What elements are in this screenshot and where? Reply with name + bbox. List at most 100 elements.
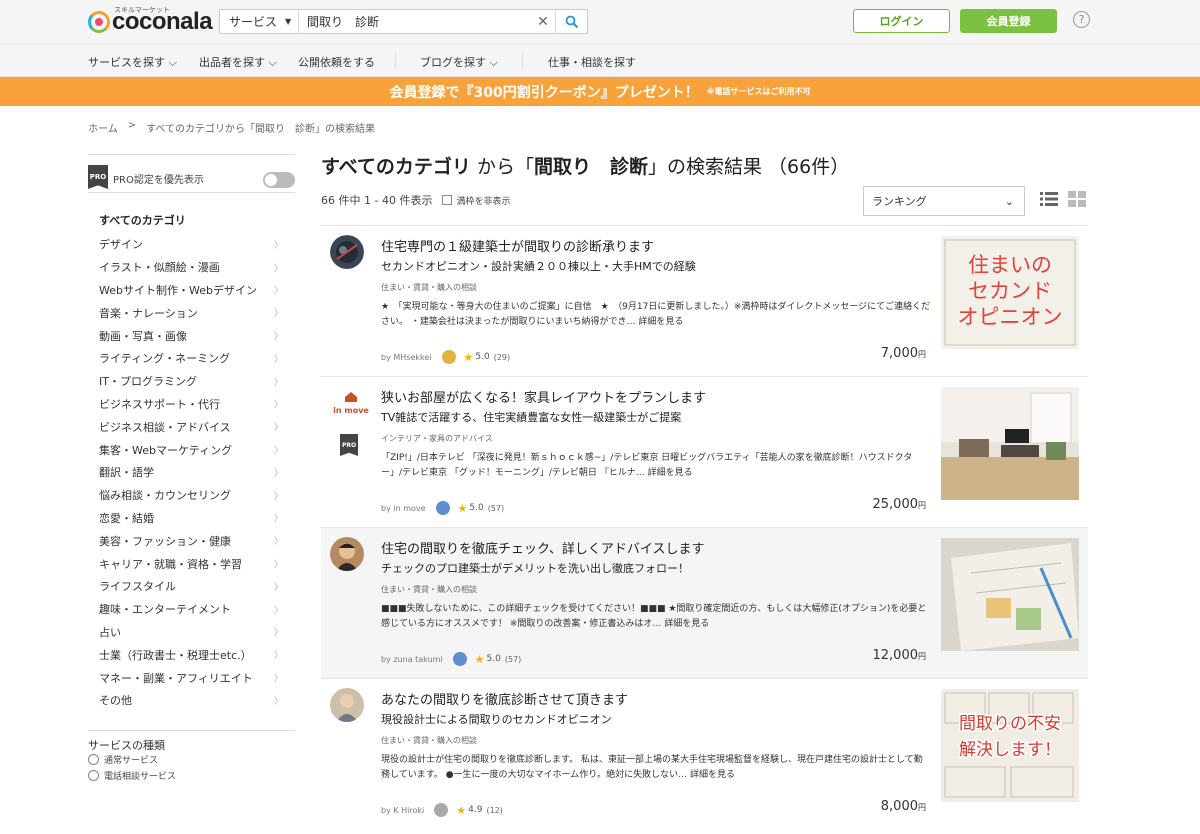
title-suffix: 」の検索結果 （66件） (647, 156, 850, 178)
seller-avatar[interactable]: in move (329, 391, 373, 416)
category-item[interactable]: 占い 〉 (88, 621, 295, 644)
category-item[interactable]: マネー・副業・アフィリエイト 〉 (88, 666, 295, 689)
service-title[interactable]: 狭いお部屋が広くなる！家具レイアウトをプランします (381, 387, 706, 406)
category-item[interactable]: 趣味・エンターテイメント 〉 (88, 598, 295, 621)
category-item[interactable]: 集客・Webマーケティング 〉 (88, 438, 295, 461)
title-from: から「 (470, 156, 534, 178)
rating-value: 5.0 (475, 352, 490, 362)
avatar-image (330, 537, 364, 571)
title-category: すべてのカテゴリ (321, 156, 471, 178)
nav-divider (522, 52, 523, 69)
category-item[interactable]: IT・プログラミング 〉 (88, 370, 295, 393)
chevron-right-icon: 〉 (273, 332, 283, 343)
chevron-right-icon: 〉 (273, 696, 283, 707)
category-item[interactable]: 士業（行政書士・税理士etc.） 〉 (88, 643, 295, 666)
service-title[interactable]: あなたの間取りを徹底診断させて頂きます (381, 689, 628, 708)
chevron-right-icon: 〉 (273, 263, 283, 274)
category-item[interactable]: 美容・ファッション・健康 〉 (88, 529, 295, 552)
nav-find-services[interactable]: サービスを探す ⌵ (88, 54, 177, 70)
service-thumbnail[interactable] (941, 538, 1079, 651)
help-icon[interactable]: ? (1073, 11, 1090, 28)
seller-name[interactable]: by zuna takumi (381, 655, 443, 664)
category-item[interactable]: デザイン 〉 (88, 233, 295, 256)
star-icon: ★ (456, 803, 467, 817)
seller-avatar[interactable] (330, 688, 364, 722)
category-label: 集客・Webマーケティング (99, 443, 233, 457)
service-type-phone[interactable]: 電話相談サービス (88, 769, 176, 782)
service-thumbnail[interactable]: 間取りの不安 解決します！ (941, 689, 1079, 802)
seller-name[interactable]: by K Hiroki (381, 806, 424, 815)
category-label: Webサイト制作・Webデザイン (99, 283, 257, 297)
category-item[interactable]: 動画・写真・画像 〉 (88, 324, 295, 347)
category-item[interactable]: 音楽・ナレーション 〉 (88, 301, 295, 324)
service-title[interactable]: 住宅の間取りを徹底チェック、詳しくアドバイスします (381, 538, 704, 557)
category-item[interactable]: その他 〉 (88, 689, 295, 712)
details-link[interactable]: 詳細を見る (690, 770, 735, 780)
sort-select[interactable]: ランキング ⌄ (863, 186, 1025, 216)
service-thumbnail[interactable]: 住まいの セカンド オピニオン (941, 236, 1079, 349)
register-button[interactable]: 会員登録 (960, 9, 1057, 33)
chevron-right-icon: 〉 (273, 240, 283, 251)
service-category[interactable]: インテリア・家具のアドバイス (381, 433, 493, 444)
seller-info: by zuna takumi ★ 5.0 (57) (381, 652, 521, 666)
search-button[interactable] (555, 10, 587, 33)
service-category[interactable]: 住まい・賃貸・購入の相談 (381, 735, 477, 746)
service-card[interactable]: 住宅専門の１級建築士が間取りの診断承ります セカンドオピニオン・設計実績２００棟… (321, 225, 1088, 376)
service-subtitle: TV雑誌で活躍する、住宅実績豊富な女性一級建築士がご提案 (381, 411, 682, 424)
category-item[interactable]: 翻訳・語学 〉 (88, 461, 295, 484)
seller-avatar[interactable] (330, 235, 364, 269)
pro-priority-toggle[interactable] (263, 172, 295, 188)
hide-full-checkbox[interactable] (442, 195, 453, 205)
service-type-label: 電話相談サービス (104, 772, 177, 782)
service-card[interactable]: あなたの間取りを徹底診断させて頂きます 現役設計士による間取りのセカンドオピニオ… (321, 678, 1088, 829)
details-link[interactable]: 詳細を見る (638, 317, 683, 327)
nav-find-sellers[interactable]: 出品者を探す ⌵ (199, 54, 277, 70)
category-item[interactable]: ライフスタイル 〉 (88, 575, 295, 598)
details-link[interactable]: 詳細を見る (648, 468, 693, 478)
category-item[interactable]: イラスト・似顔絵・漫画 〉 (88, 256, 295, 279)
chevron-right-icon: 〉 (273, 628, 283, 639)
category-list: デザイン〉イラスト・似顔絵・漫画〉 Webサイト制作・Webデザイン〉音楽・ナレー… (88, 233, 295, 712)
result-count: 66 件中 1 - 40 件表示 (321, 194, 433, 207)
search-category-select[interactable]: サービス ▼ (220, 10, 299, 33)
seller-name[interactable]: by MHsekkei (381, 353, 432, 362)
list-view-icon[interactable] (1040, 191, 1058, 207)
service-card[interactable]: in move PRO 狭いお部屋が広くなる！家具レイアウトをプランします TV… (321, 376, 1088, 527)
category-item[interactable]: キャリア・就職・資格・学習 〉 (88, 552, 295, 575)
category-item[interactable]: Webサイト制作・Webデザイン 〉 (88, 279, 295, 302)
nav-find-jobs[interactable]: 仕事・相談を探す (548, 54, 636, 70)
category-item[interactable]: ビジネス相談・アドバイス 〉 (88, 415, 295, 438)
chevron-right-icon: 〉 (273, 400, 283, 411)
category-item[interactable]: ビジネスサポート・代行 〉 (88, 393, 295, 416)
thumbnail-image (941, 387, 1079, 500)
top-bar: coconala スキルマーケット サービス ▼ ✕ ログイン 会員登録 ? (0, 0, 1200, 44)
nav-find-blogs[interactable]: ブログを探す ⌵ (420, 54, 498, 70)
service-thumbnail[interactable] (941, 387, 1079, 500)
grid-view-icon[interactable] (1068, 191, 1086, 207)
service-card[interactable]: 住宅の間取りを徹底チェック、詳しくアドバイスします チェックのプロ建築士がデメリ… (321, 527, 1088, 678)
chevron-right-icon: 〉 (273, 423, 283, 434)
rating-value: 5.0 (469, 503, 484, 513)
category-all[interactable]: すべてのカテゴリ (99, 212, 186, 228)
login-button[interactable]: ログイン (853, 9, 950, 33)
clear-search-icon[interactable]: ✕ (531, 10, 555, 33)
promo-banner[interactable]: 会員登録で『300円割引クーポン』プレゼント！ ※電話サービスはご利用不可 (0, 77, 1200, 106)
seller-info: by in move ★ 5.0 (57) (381, 501, 504, 515)
service-type-normal[interactable]: 通常サービス (88, 753, 158, 766)
result-meta: 66 件中 1 - 40 件表示 満枠を非表示 (321, 192, 510, 208)
nav-post-request[interactable]: 公開依頼をする (298, 54, 375, 70)
seller-name[interactable]: by in move (381, 504, 426, 513)
category-item[interactable]: ライティング・ネーミング 〉 (88, 347, 295, 370)
service-category[interactable]: 住まい・賃貸・購入の相談 (381, 282, 477, 293)
details-link[interactable]: 詳細を見る (664, 619, 709, 629)
service-subtitle: 現役設計士による間取りのセカンドオピニオン (381, 713, 612, 726)
service-title[interactable]: 住宅専門の１級建築士が間取りの診断承ります (381, 236, 654, 255)
category-item[interactable]: 悩み相談・カウンセリング 〉 (88, 484, 295, 507)
seller-avatar[interactable] (330, 537, 364, 571)
coconala-logo[interactable]: coconala スキルマーケット (88, 6, 213, 38)
search-input[interactable] (299, 10, 531, 33)
service-category[interactable]: 住まい・賃貸・購入の相談 (381, 584, 477, 595)
breadcrumb-home[interactable]: ホーム (88, 120, 118, 135)
caret-down-icon: ▼ (285, 17, 292, 26)
category-item[interactable]: 恋愛・結婚 〉 (88, 507, 295, 530)
